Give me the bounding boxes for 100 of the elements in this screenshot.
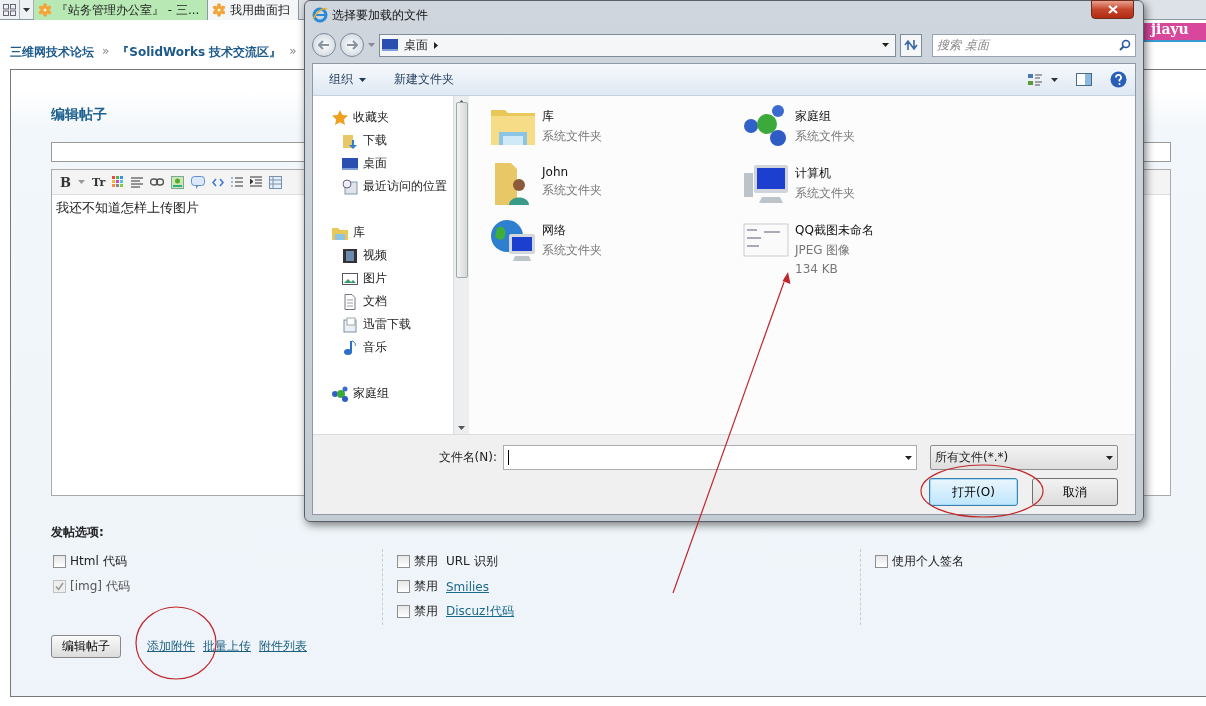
scroll-down-icon[interactable]: [458, 426, 465, 430]
dropdown-arrow-icon: [359, 77, 366, 82]
toolbar-button[interactable]: 新建文件夹: [394, 71, 454, 88]
site-banner: jiayu: [1143, 23, 1206, 42]
dialog-button[interactable]: 打开(O): [929, 478, 1018, 506]
nav-item[interactable]: 家庭组: [313, 382, 453, 405]
table-icon[interactable]: [269, 175, 283, 189]
chevron-right-icon: [434, 41, 438, 49]
breadcrumb-separator: »: [102, 44, 110, 60]
link-icon[interactable]: [150, 178, 165, 186]
dialog-title: 选择要加载的文件: [332, 6, 428, 24]
nav-item[interactable]: 最近访问的位置: [313, 175, 453, 198]
color-grid-icon[interactable]: [112, 176, 125, 188]
checkbox[interactable]: [53, 555, 66, 568]
preview-pane-icon[interactable]: [1076, 73, 1092, 86]
file-detail: 系统文件夹: [542, 182, 602, 199]
desktop-icon: [342, 155, 358, 172]
dropdown-arrow-icon: [23, 7, 30, 12]
options-heading: 发帖选项:: [51, 524, 105, 541]
checkbox[interactable]: [397, 555, 410, 568]
view-options-icon[interactable]: [1028, 72, 1058, 87]
browser-tab[interactable]: 『站务管理办公室』 - 三...: [34, 0, 209, 20]
file-name[interactable]: 库: [542, 108, 602, 125]
file-name[interactable]: 家庭组: [795, 108, 855, 125]
back-arrow-icon: [318, 40, 330, 50]
indent-icon[interactable]: [250, 176, 263, 188]
toolbar-button[interactable]: 组织: [329, 71, 366, 88]
nav-item[interactable]: 下载: [313, 129, 453, 152]
flower-icon: [212, 3, 227, 17]
breadcrumb-separator: »: [289, 44, 297, 60]
file-name[interactable]: 网络: [542, 222, 602, 239]
option-link[interactable]: Smilies: [446, 579, 489, 594]
filename-field[interactable]: [503, 445, 917, 470]
option-label: 禁用: [414, 553, 438, 570]
dropdown-arrow-icon: [368, 43, 375, 47]
option-label: URL 识别: [446, 553, 498, 570]
dropdown-arrow-icon: [78, 180, 85, 184]
checkbox[interactable]: [875, 555, 888, 568]
attachment-link[interactable]: 添加附件: [147, 638, 195, 655]
scrollbar[interactable]: [453, 96, 469, 434]
checkbox[interactable]: [397, 605, 410, 618]
submit-button[interactable]: 编辑帖子: [51, 635, 121, 658]
refresh-button[interactable]: [900, 33, 922, 57]
address-text[interactable]: 桌面: [404, 36, 428, 54]
quote-icon[interactable]: [191, 175, 206, 189]
close-button[interactable]: [1091, 0, 1134, 19]
search-field[interactable]: 搜索 桌面: [932, 33, 1136, 57]
option-link[interactable]: Discuz!代码: [446, 603, 515, 620]
nav-item[interactable]: 图片: [313, 267, 453, 290]
editor-text: 我还不知道怎样上传图片: [55, 199, 200, 217]
address-bar[interactable]: 桌面: [379, 33, 896, 57]
document-icon: [342, 293, 358, 310]
breadcrumb-link[interactable]: 『SolidWorks 技术交流区』: [117, 44, 282, 61]
nav-item[interactable]: 桌面: [313, 152, 453, 175]
checkbox[interactable]: [397, 580, 410, 593]
recent-places-icon: [342, 178, 358, 195]
breadcrumb-link[interactable]: 三维网技术论坛: [10, 44, 94, 61]
film-icon: [342, 247, 358, 264]
dropdown-arrow-icon: [882, 43, 889, 47]
image-icon[interactable]: [171, 175, 185, 189]
nav-item[interactable]: 视频: [313, 244, 453, 267]
dialog-button[interactable]: 取消: [1032, 478, 1118, 506]
nav-item[interactable]: 收藏夹: [313, 106, 453, 129]
option-label: [img] 代码: [70, 578, 130, 595]
nav-item[interactable]: 迅雷下载: [313, 313, 453, 336]
file-type-select[interactable]: 所有文件(*.*): [930, 445, 1118, 470]
scrollbar-thumb[interactable]: [455, 102, 468, 278]
nav-item[interactable]: 文档: [313, 290, 453, 313]
align-icon[interactable]: [131, 176, 144, 188]
nav-item[interactable]: 音乐: [313, 336, 453, 359]
file-detail: 系统文件夹: [795, 185, 855, 202]
bold-tool[interactable]: B: [60, 174, 71, 190]
desktop-icon: [382, 37, 398, 53]
file-name[interactable]: QQ截图未命名: [795, 222, 874, 239]
nav-item[interactable]: 库: [313, 221, 453, 244]
tab-grid-button[interactable]: [0, 0, 20, 19]
forward-button[interactable]: [340, 33, 364, 57]
file-detail: JPEG 图像: [795, 242, 852, 259]
file-detail: 系统文件夹: [542, 128, 602, 145]
folder-document-icon: [342, 316, 358, 333]
file-name[interactable]: 计算机: [795, 165, 855, 182]
back-button[interactable]: [312, 33, 336, 57]
tab-menu-button[interactable]: [20, 0, 34, 19]
option-label: 禁用: [414, 578, 438, 595]
star-icon: [332, 109, 348, 126]
browser-e-icon: [312, 7, 328, 23]
homegroup-icon: [332, 385, 348, 402]
file-detail: 134 KB: [795, 262, 839, 276]
forward-arrow-icon: [346, 40, 358, 50]
code-icon[interactable]: [212, 177, 225, 187]
file-detail: 系统文件夹: [795, 128, 855, 145]
file-name[interactable]: John: [542, 165, 602, 179]
numbered-list-icon[interactable]: [231, 176, 244, 188]
flower-icon: [38, 3, 52, 17]
font-size-tool[interactable]: Tr: [92, 175, 106, 189]
refresh-icon: [904, 39, 918, 51]
download-folder-icon: [342, 132, 358, 149]
help-icon[interactable]: [1110, 71, 1127, 88]
attachment-link[interactable]: 附件列表: [259, 638, 307, 655]
browser-tab[interactable]: 我用曲面扫: [208, 0, 300, 20]
